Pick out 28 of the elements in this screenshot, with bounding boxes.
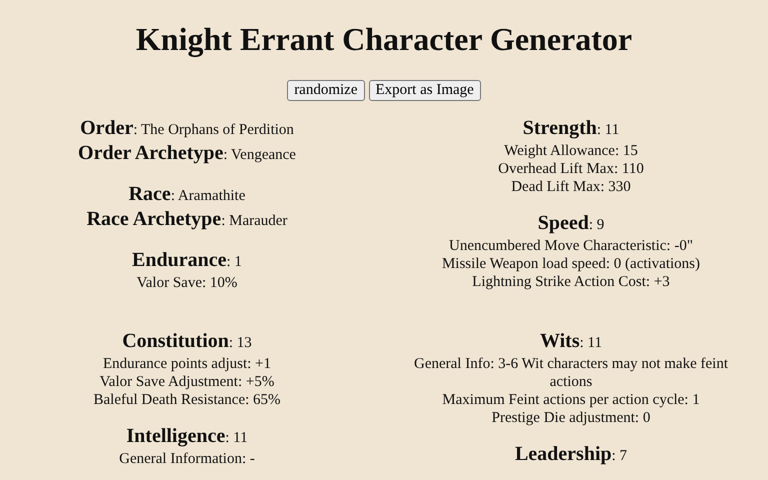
stat-detail: Baleful Death Resistance: 65% bbox=[92, 391, 282, 409]
stat-detail: Weight Allowance: 15 bbox=[503, 142, 639, 160]
action-button[interactable]: Export as Image bbox=[368, 80, 481, 101]
stat-detail: Valor Save: 10% bbox=[136, 274, 238, 292]
stat-detail: General Info: 3-6 Wit characters may not make feint actions bbox=[413, 355, 729, 391]
stat-detail: Dead Lift Max: 330 bbox=[510, 178, 632, 196]
stat-line: Order: The Orphans of Perdition bbox=[79, 117, 295, 141]
stat-line: Strength: 11 bbox=[522, 117, 620, 141]
stat-line: Leadership: 7 bbox=[514, 443, 628, 467]
stat-line: Race: Aramathite bbox=[128, 183, 246, 207]
action-button[interactable]: randomize bbox=[287, 80, 364, 101]
stat-detail: Valor Save Adjustment: +5% bbox=[98, 373, 276, 391]
stat-detail: Prestige Die adjustment: 0 bbox=[490, 409, 652, 427]
stat-detail: Overhead Lift Max: 110 bbox=[497, 160, 645, 178]
stat-line: Intelligence: 11 bbox=[125, 425, 249, 449]
stat-detail: General Information: - bbox=[118, 450, 256, 468]
stat-detail: Lightning Strike Action Cost: +3 bbox=[471, 273, 671, 291]
stat-detail: Maximum Feint actions per action cycle: 1 bbox=[441, 391, 701, 409]
stat-line: Wits: 11 bbox=[538, 330, 603, 354]
stat-detail: Missile Weapon load speed: 0 (activations) bbox=[440, 255, 702, 273]
page-title: Knight Errant Character Generator bbox=[134, 20, 634, 58]
stat-line: Constitution: 13 bbox=[121, 330, 253, 354]
stat-line: Race Archetype: Marauder bbox=[86, 208, 288, 232]
stat-detail: Endurance points adjust: +1 bbox=[102, 355, 272, 373]
stat-detail: Unencumbered Move Characteristic: -0" bbox=[448, 237, 694, 255]
stat-line: Order Archetype: Vengeance bbox=[77, 142, 297, 166]
stat-line: Speed: 9 bbox=[536, 212, 606, 236]
stat-line: Endurance: 1 bbox=[131, 249, 243, 273]
